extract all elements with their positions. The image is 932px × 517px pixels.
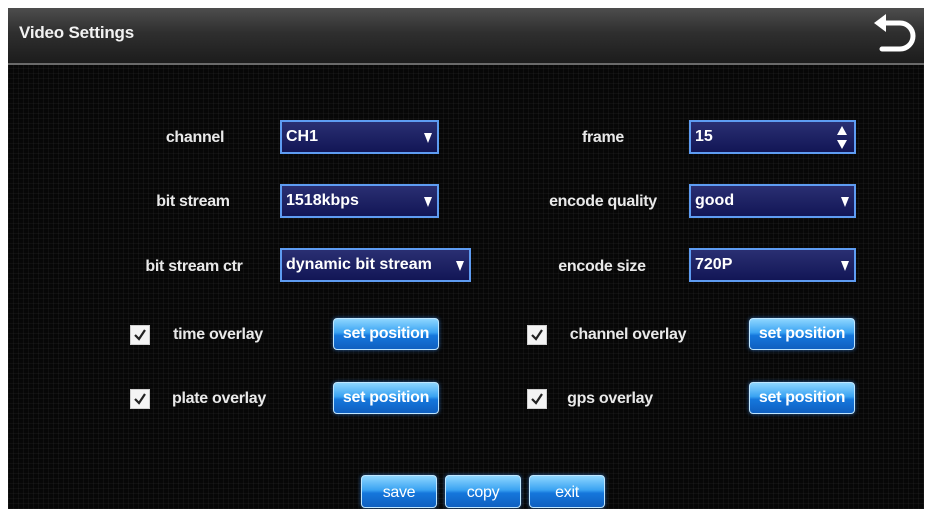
bit-stream-select[interactable]: 1518kbps <box>280 184 439 218</box>
gps-overlay-set-position-button[interactable]: set position <box>749 382 855 414</box>
plate-overlay-checkbox[interactable] <box>130 389 150 409</box>
time-overlay-label: time overlay <box>173 326 263 343</box>
exit-button[interactable]: exit <box>529 475 605 508</box>
encode-size-label: encode size <box>558 258 646 275</box>
gps-overlay-checkbox[interactable] <box>527 389 547 409</box>
chevron-down-icon <box>424 133 432 143</box>
bit-stream-ctr-label: bit stream ctr <box>145 258 243 275</box>
time-overlay-set-position-button[interactable]: set position <box>333 318 439 350</box>
bit-stream-value: 1518kbps <box>286 192 359 209</box>
channel-overlay-set-position-button[interactable]: set position <box>749 318 855 350</box>
channel-value: CH1 <box>286 128 319 145</box>
encode-quality-label: encode quality <box>549 193 657 210</box>
time-overlay-checkbox[interactable] <box>130 325 150 345</box>
copy-button[interactable]: copy <box>445 475 521 508</box>
checkmark-icon <box>134 329 146 341</box>
chevron-down-icon <box>841 197 849 207</box>
save-button[interactable]: save <box>361 475 437 508</box>
checkmark-icon <box>134 393 146 405</box>
chevron-down-icon <box>424 197 432 207</box>
encode-size-value: 720P <box>695 256 733 273</box>
video-settings-screen: Video Settings channel CH1 frame 15 bit … <box>8 8 924 509</box>
encode-size-select[interactable]: 720P <box>689 248 856 282</box>
plate-overlay-set-position-button[interactable]: set position <box>333 382 439 414</box>
channel-overlay-label: channel overlay <box>569 326 687 343</box>
back-button[interactable] <box>870 11 922 59</box>
chevron-down-icon <box>841 261 849 271</box>
plate-overlay-label: plate overlay <box>172 390 266 407</box>
checkmark-icon <box>531 329 543 341</box>
frame-stepper[interactable]: 15 <box>689 120 856 154</box>
channel-select[interactable]: CH1 <box>280 120 439 154</box>
frame-label: frame <box>581 129 625 146</box>
checkmark-icon <box>531 393 543 405</box>
bit-stream-ctr-value: dynamic bit stream <box>286 256 432 273</box>
channel-overlay-checkbox[interactable] <box>527 325 547 345</box>
chevron-down-icon <box>456 261 464 271</box>
encode-quality-select[interactable]: good <box>689 184 856 218</box>
undo-arrow-icon <box>874 14 916 52</box>
spin-arrows-icon[interactable] <box>837 126 847 150</box>
bit-stream-ctr-select[interactable]: dynamic bit stream <box>280 248 471 282</box>
frame-value: 15 <box>695 128 713 145</box>
encode-quality-value: good <box>695 192 735 209</box>
bit-stream-label: bit stream <box>156 193 230 210</box>
title-bar: Video Settings <box>8 8 924 65</box>
page-title: Video Settings <box>19 23 134 42</box>
channel-label: channel <box>165 129 225 146</box>
gps-overlay-label: gps overlay <box>567 390 653 407</box>
